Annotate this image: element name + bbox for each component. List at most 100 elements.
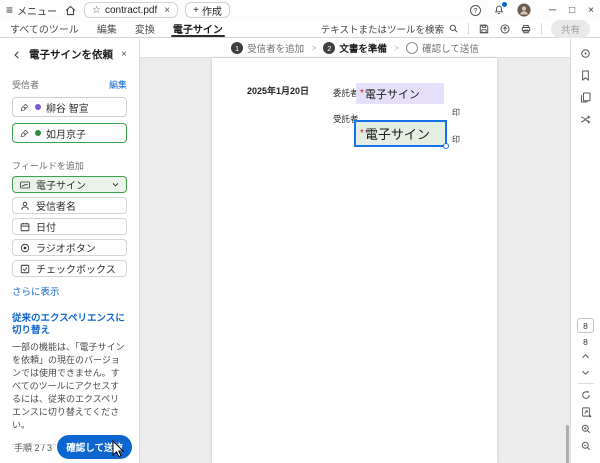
previous-page-button[interactable]: [580, 351, 591, 362]
recipients-label: 受信者: [12, 80, 40, 90]
field-type-label: 電子サイン: [36, 181, 86, 192]
fit-page-button[interactable]: [580, 406, 592, 418]
fit-page-icon: [581, 407, 591, 418]
step-circle: 1: [231, 42, 244, 54]
step-circle: 2: [323, 42, 336, 54]
step-prepare-document[interactable]: 2 文書を準備: [323, 41, 387, 55]
share-button[interactable]: 共有: [550, 19, 590, 38]
panel-title: 電子サインを依頼: [29, 49, 113, 61]
signature-field-consignor[interactable]: * 電子サイン: [356, 83, 444, 104]
rotate-button[interactable]: [580, 389, 592, 401]
page-number-input[interactable]: 8: [577, 318, 594, 333]
menu-button[interactable]: ≡ メニュー: [6, 3, 57, 18]
window-minimize-button[interactable]: ─: [549, 5, 556, 16]
home-icon: [65, 5, 76, 15]
cloud-upload-icon: [500, 23, 510, 34]
chevron-down-icon: [112, 183, 119, 187]
search-icon: [449, 24, 458, 33]
signature-field-label: 電子サイン: [364, 88, 420, 101]
rotate-icon: [581, 390, 590, 399]
save-button[interactable]: [478, 23, 490, 35]
chevron-down-icon: [582, 370, 589, 375]
page-total: 8: [583, 337, 588, 347]
window-maximize-button[interactable]: □: [569, 5, 575, 16]
recipient-color-dot: [35, 104, 41, 110]
required-asterisk: *: [360, 88, 364, 99]
chevron-up-icon: [582, 354, 589, 359]
create-button[interactable]: + 作成: [185, 2, 230, 18]
help-icon[interactable]: ?: [470, 4, 482, 16]
create-label: 作成: [201, 6, 222, 18]
star-icon[interactable]: ☆: [92, 5, 101, 16]
seal-mark: 印: [452, 108, 460, 117]
hamburger-icon: ≡: [6, 3, 14, 17]
field-type-date[interactable]: 日付: [12, 218, 127, 235]
back-icon[interactable]: [12, 50, 22, 60]
step-review-send[interactable]: 確認して送信: [406, 41, 479, 55]
review-and-send-button[interactable]: 確認して送信: [57, 435, 132, 459]
pdf-page: 2025年1月20日 委託者 * 電子サイン 印 受託者 * 電子サイン 印: [212, 58, 497, 463]
print-icon: [521, 24, 531, 33]
tab-close-icon[interactable]: ×: [164, 5, 170, 16]
step-separator: >: [311, 43, 317, 53]
signature-field-contractor-selected[interactable]: * 電子サイン: [354, 120, 449, 149]
zoom-out-button[interactable]: [580, 440, 592, 452]
legacy-description: 一部の機能は、「電子サインを依頼」の現在のバージョンでは使用できません。すべての…: [12, 342, 125, 430]
switch-legacy-link[interactable]: 従来のエクスペリエンスに切り替え: [12, 313, 127, 337]
bookmark-icon[interactable]: [579, 69, 592, 82]
vertical-scrollbar[interactable]: [566, 425, 569, 463]
next-page-button[interactable]: [580, 367, 591, 378]
upload-button[interactable]: [499, 23, 511, 35]
avatar[interactable]: [517, 3, 531, 17]
notification-badge: [502, 2, 508, 7]
step-separator: >: [393, 43, 400, 53]
plus-icon: +: [193, 4, 199, 16]
recipient-item[interactable]: 柳谷 智宣: [12, 97, 127, 117]
page-thumbnails-icon[interactable]: [579, 91, 592, 104]
panel-close-icon[interactable]: ×: [121, 49, 127, 60]
step-add-recipients[interactable]: 1 受信者を追加: [231, 41, 304, 55]
pen-icon: [20, 103, 29, 111]
esign-panel: 電子サインを依頼 × 受信者 編集 柳谷 智宣 如月京子 フィールドを追加 電子…: [0, 39, 140, 463]
home-button[interactable]: [64, 4, 77, 17]
zoom-in-button[interactable]: [580, 423, 592, 435]
field-type-checkbox[interactable]: チェックボックス: [12, 260, 127, 277]
acrobat-window: ≡ メニュー ☆ contract.pdf × + 作成 ? ─ □ × すべて…: [0, 0, 600, 463]
target-icon[interactable]: [579, 47, 592, 60]
resize-handle[interactable]: [443, 143, 449, 149]
document-area: 1 受信者を追加 > 2 文書を準備 > 確認して送信 2025年1月20日 委…: [140, 39, 570, 463]
workflow-stepper: 1 受信者を追加 > 2 文書を準備 > 確認して送信: [140, 39, 570, 58]
tab-esign[interactable]: 電子サイン: [170, 20, 225, 37]
tab-convert[interactable]: 変換: [135, 20, 155, 37]
title-bar: ≡ メニュー ☆ contract.pdf × + 作成 ? ─ □ ×: [0, 0, 600, 20]
notifications-button[interactable]: [493, 2, 508, 16]
field-type-label: 受信者名: [36, 202, 76, 213]
divider: [540, 22, 542, 35]
contract-date: 2025年1月20日: [247, 86, 310, 96]
recipient-item-selected[interactable]: 如月京子: [12, 123, 127, 143]
field-type-label: 日付: [36, 223, 56, 234]
show-more-link[interactable]: さらに表示: [12, 284, 127, 298]
field-type-label: チェックボックス: [36, 265, 116, 276]
window-close-button[interactable]: ×: [588, 5, 594, 16]
signature-field-label: 電子サイン: [364, 127, 430, 142]
search-tools-button[interactable]: テキストまたはツールを検索: [321, 22, 459, 36]
print-button[interactable]: [520, 23, 532, 35]
tab-all-tools[interactable]: すべてのツール: [10, 20, 79, 37]
consignor-label: 委託者: [333, 88, 359, 98]
field-type-radio[interactable]: ラジオボタン: [12, 239, 127, 256]
recipient-name: 柳谷 智宣: [46, 103, 89, 115]
document-tab[interactable]: ☆ contract.pdf ×: [84, 2, 179, 18]
field-type-signature[interactable]: 電子サイン: [12, 176, 127, 193]
signature-field-icon: [20, 181, 30, 188]
save-icon: [479, 24, 489, 33]
pdf-viewport: 2025年1月20日 委託者 * 電子サイン 印 受託者 * 電子サイン 印: [140, 58, 570, 463]
edit-recipients-link[interactable]: 編集: [109, 78, 127, 91]
shuffle-icon[interactable]: [579, 113, 592, 126]
field-type-recipient-name[interactable]: 受信者名: [12, 197, 127, 214]
add-fields-label: フィールドを追加: [12, 161, 84, 171]
pen-icon: [20, 129, 29, 137]
recipient-name: 如月京子: [46, 129, 86, 141]
step-indicator: 手順 2 / 3: [14, 442, 53, 453]
tab-edit[interactable]: 編集: [97, 20, 117, 37]
